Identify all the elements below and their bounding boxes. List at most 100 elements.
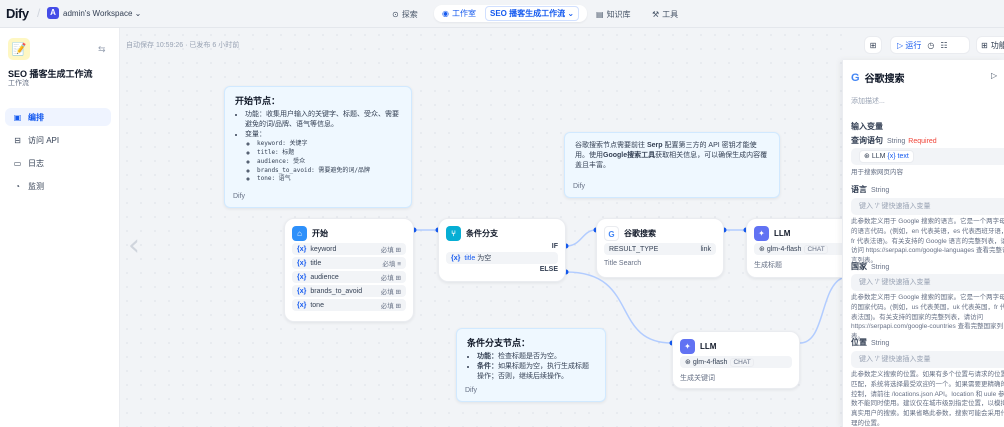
node-config-panel: G 谷歌搜索 ▷ 添加描述... 输入变量 查询语句 String Required … xyxy=(842,60,1004,427)
node-title: 开始 xyxy=(312,228,328,238)
note-footer: Dify xyxy=(573,182,586,190)
note-google-search[interactable]: 谷歌搜索节点需要前往 Serp 配置第三方的 API 密钥才能使用。使用Goog… xyxy=(564,132,780,198)
canvas-toolbar: ⊞ ▷ 运行 ◷ ☷ ⊞ 功能 xyxy=(842,34,1004,56)
google-search-node[interactable]: G 谷歌搜索 RESULT_TYPE link Title Search xyxy=(596,218,724,278)
node-title: 条件分支 xyxy=(466,228,498,238)
env-button[interactable]: ⊞ xyxy=(864,36,882,54)
node-title: LLM xyxy=(774,228,791,238)
language-input[interactable]: 键入 '/' 键快速插入变量 xyxy=(851,198,1004,215)
query-help: 用于搜索网页内容 xyxy=(851,169,903,176)
model-row: ⊛ glm-4-flash CHAT xyxy=(680,356,792,368)
location-input[interactable]: 键入 '/' 键快速插入变量 xyxy=(851,351,1004,368)
llm-node-keywords[interactable]: ✦ LLM ⊛ glm-4-flash CHAT 生成关键词 xyxy=(672,331,800,389)
nav-studio[interactable]: ◉ 工作室 SEO 播客生成工作流 ⌄ xyxy=(434,5,588,22)
workspace-name: admin's Workspace xyxy=(63,9,133,18)
note-title: 开始节点： xyxy=(235,96,281,106)
monitor-icon: ◔ xyxy=(15,181,20,191)
workspace-avatar[interactable]: A xyxy=(47,7,59,19)
start-var-row: {x} brands_to_avoid 必填 ⊞ xyxy=(292,285,406,297)
country-input[interactable]: 键入 '/' 键快速插入变量 xyxy=(851,274,1004,291)
edge-llm2-out xyxy=(799,277,842,344)
node-desc: Title Search xyxy=(604,260,642,267)
run-button-group[interactable]: ▷ 运行 ◷ ☷ xyxy=(890,36,970,54)
section-title: 输入变量 xyxy=(851,122,883,131)
country-help: 此参数定义用于 Google 搜索的国家。它是一个两字母的国家代码。(例如，us… xyxy=(851,294,1004,340)
if-label: IF xyxy=(551,243,558,250)
app-icon: 📝 xyxy=(8,38,30,60)
variable-pill: ⊛ LLM {x} text xyxy=(859,150,914,163)
note-if-node[interactable]: 条件分支节点： 功能：检查标题是否为空。 条件：如果标题为空，执行生成标题操作；… xyxy=(456,328,606,402)
workspace-switcher[interactable]: admin's Workspace ⌄ xyxy=(63,9,141,18)
start-var-row: {x} audience 必填 ⊞ xyxy=(292,271,406,283)
log-icon: ▭ xyxy=(13,158,22,168)
llm-icon: ✦ xyxy=(680,338,695,354)
note-title: 条件分支节点： xyxy=(467,338,531,348)
nav-knowledge[interactable]: ▤ 知识库 xyxy=(596,7,631,21)
run-button[interactable]: ▷ 运行 xyxy=(897,40,921,51)
workflow-canvas[interactable]: 自动保存 10:59:26 · 已发布 6 小时前 ‹ 开始节点： 功能：收集用… xyxy=(120,28,856,427)
sidebar-item-api[interactable]: ⊟ 访问 API xyxy=(5,131,111,149)
model-row: ⊛ glm-4-flash CHAT xyxy=(754,243,848,255)
start-var-row: {x} keyword 必填 ⊞ xyxy=(292,243,406,255)
query-label: 查询语句 String Required xyxy=(851,136,937,145)
node-title: 谷歌搜索 xyxy=(624,228,656,238)
app-sidebar: 📝 ⇆ SEO 播客生成工作流 工作流 ▣ 编排 ⊟ 访问 API ▭ 日志 ◔ 监测 xyxy=(0,28,120,427)
features-icon: ⊞ xyxy=(981,40,988,50)
start-var-row: {x} tone 必填 ⊞ xyxy=(292,299,406,311)
language-label: 语言 String xyxy=(851,185,890,194)
wrench-icon: ⚒ xyxy=(652,9,660,19)
location-help: 此参数定义搜索的位置。如果有多个位置与请求的位置匹配，系统将选择最受欢迎的一个。… xyxy=(851,371,1004,427)
run-node-icon[interactable]: ▷ xyxy=(991,71,997,80)
panel-title: G 谷歌搜索 xyxy=(851,71,905,86)
divider: / xyxy=(37,6,41,20)
google-icon: G xyxy=(604,225,619,241)
history-icon[interactable]: ◷ xyxy=(927,41,934,50)
checklist-icon[interactable]: ☷ xyxy=(940,41,947,50)
google-icon: G xyxy=(851,71,860,84)
home-icon: ⌂ xyxy=(292,225,307,241)
chevron-down-icon: ⌄ xyxy=(134,9,142,18)
note-vars-item: 变量： keyword: 关键字 title: 标题 audience: 受众 … xyxy=(245,130,401,184)
app-type: 工作流 xyxy=(8,80,29,87)
edge-if-google xyxy=(565,229,597,247)
nav-explore[interactable]: ⊙ 探索 xyxy=(392,7,418,21)
country-label: 国家 String xyxy=(851,262,890,271)
env-icon: ⊞ xyxy=(869,40,877,50)
api-icon: ⊟ xyxy=(14,135,21,145)
collapse-sidebar-icon[interactable]: ⇆ xyxy=(98,44,106,55)
features-button[interactable]: ⊞ 功能 xyxy=(976,36,1004,54)
condition-row: {x} title 为空 xyxy=(446,252,558,264)
node-desc: 生成标题 xyxy=(754,262,782,269)
note-footer: Dify xyxy=(233,192,246,200)
query-input[interactable]: ⊛ LLM {x} text xyxy=(851,148,1004,165)
layout-icon: ▣ xyxy=(13,112,22,122)
branch-icon: ⑂ xyxy=(446,225,461,241)
llm-node-title[interactable]: ✦ LLM ⊛ glm-4-flash CHAT 生成标题 xyxy=(746,218,856,278)
model-icon: ⊛ xyxy=(759,246,765,253)
note-footer: Dify xyxy=(465,386,478,394)
else-label: ELSE xyxy=(539,266,558,273)
panel-description[interactable]: 添加描述... xyxy=(851,96,885,106)
note-text: 谷歌搜索节点需要前往 Serp 配置第三方的 API 密钥才能使用。使用Goog… xyxy=(575,142,768,170)
start-var-row: {x} title 必填 ≡ xyxy=(292,257,406,269)
dify-logo[interactable]: Dify xyxy=(6,6,29,21)
book-icon: ▤ xyxy=(596,9,604,19)
sidebar-item-monitor[interactable]: ◔ 监测 xyxy=(5,177,111,195)
compass-icon: ⊙ xyxy=(392,9,399,19)
robot-icon: ◉ xyxy=(442,9,449,18)
sidebar-item-orchestrate[interactable]: ▣ 编排 xyxy=(5,108,111,126)
llm-icon: ⊛ xyxy=(864,153,870,160)
note-start-node[interactable]: 开始节点： 功能：收集用户输入的关键字、标题、受众、需要避免的词/品牌、语气等信… xyxy=(224,86,412,208)
sidebar-item-logs[interactable]: ▭ 日志 xyxy=(5,154,111,172)
play-icon: ▷ xyxy=(897,40,904,50)
note-list: 功能：收集用户输入的关键字、标题、受众、需要避免的词/品牌、语气等信息。 变量：… xyxy=(235,110,401,184)
language-help: 此参数定义用于 Google 搜索的语言。它是一个两字母的语言代码。(例如，en… xyxy=(851,218,1004,264)
if-else-node[interactable]: ⑂ 条件分支 IF {x} title 为空 ELSE xyxy=(438,218,566,282)
location-label: 位置 String xyxy=(851,338,890,347)
nav-tools[interactable]: ⚒ 工具 xyxy=(652,7,678,21)
top-bar: Dify / A admin's Workspace ⌄ ⊙ 探索 ◉ 工作室 SEO… xyxy=(0,0,1004,28)
node-title: LLM xyxy=(700,341,717,351)
node-desc: 生成关键词 xyxy=(680,375,715,382)
current-workflow-selector[interactable]: SEO 播客生成工作流 ⌄ xyxy=(484,6,580,21)
start-node[interactable]: ⌂ 开始 {x} keyword 必填 ⊞ {x} title 必填 ≡ {x} audie… xyxy=(284,218,414,322)
